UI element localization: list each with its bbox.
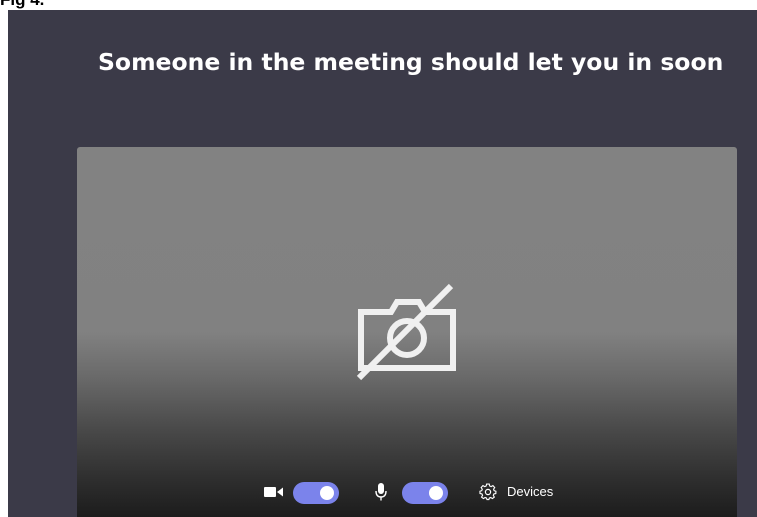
devices-button[interactable]: Devices	[507, 483, 553, 501]
teams-lobby-window: Someone in the meeting should let you in…	[8, 10, 757, 517]
figure-label: Fig 4.	[0, 0, 44, 8]
video-toggle-knob	[320, 486, 334, 500]
device-controls-bar: Devices	[77, 479, 737, 505]
mic-toggle[interactable]	[402, 482, 448, 504]
microphone-icon[interactable]	[373, 479, 389, 505]
gear-icon[interactable]	[478, 479, 498, 505]
video-toggle[interactable]	[293, 482, 339, 504]
lobby-title: Someone in the meeting should let you in…	[98, 48, 724, 76]
mic-toggle-knob	[429, 486, 443, 500]
camera-off-icon	[356, 283, 456, 381]
video-camera-icon[interactable]	[263, 479, 285, 505]
video-preview: Devices	[77, 147, 737, 517]
